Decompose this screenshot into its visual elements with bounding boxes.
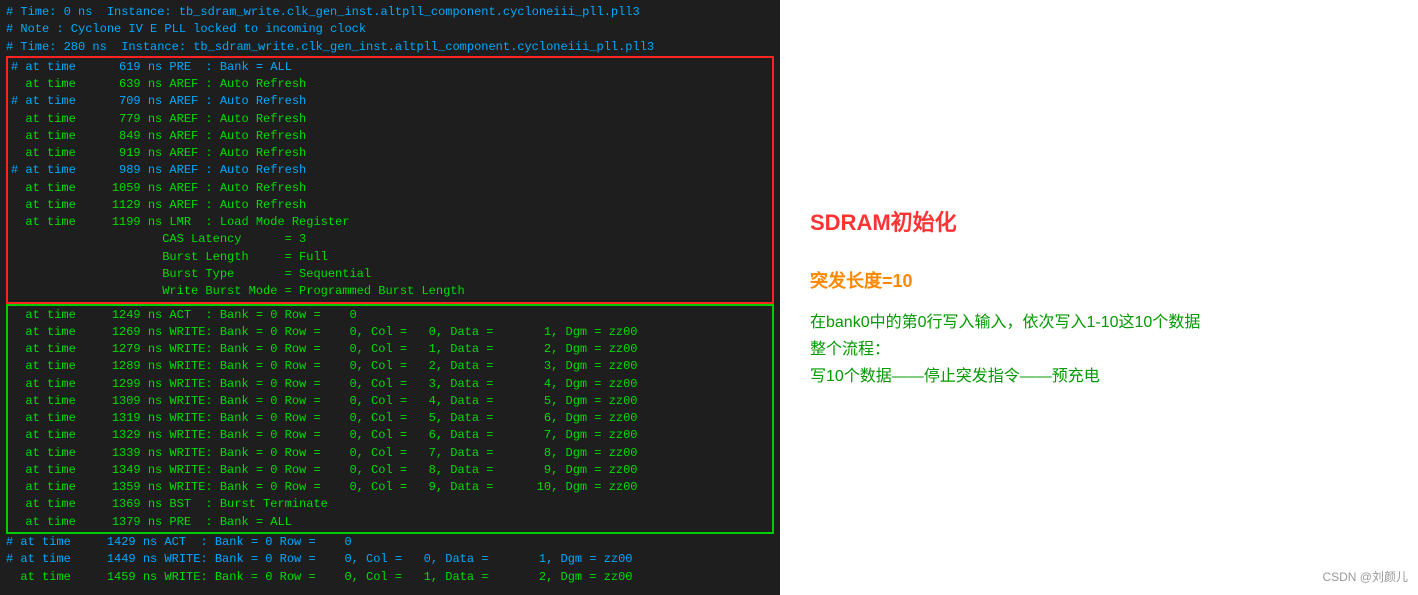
- init-line-7: # at time 989 ns AREF : Auto Refresh: [11, 162, 769, 179]
- desc-line-3: 写10个数据——停止突发指令——预充电: [810, 363, 1200, 390]
- write-line-13: at time 1379 ns PRE : Bank = ALL: [11, 514, 769, 531]
- init-line-6: at time 919 ns AREF : Auto Refresh: [11, 145, 769, 162]
- desc-line-1: 在bank0中的第0行写入输入，依次写入1-10这10个数据: [810, 309, 1200, 336]
- init-line-12: Burst Length = Full: [11, 249, 769, 266]
- init-line-4: at time 779 ns AREF : Auto Refresh: [11, 111, 769, 128]
- write-section: at time 1249 ns ACT : Bank = 0 Row = 0 a…: [6, 304, 774, 534]
- cont-line-3: at time 1459 ns WRITE: Bank = 0 Row = 0,…: [6, 569, 774, 586]
- write-line-6: at time 1309 ns WRITE: Bank = 0 Row = 0,…: [11, 393, 769, 410]
- init-line-8: at time 1059 ns AREF : Auto Refresh: [11, 180, 769, 197]
- header-line-1: # Time: 0 ns Instance: tb_sdram_write.cl…: [6, 4, 774, 21]
- watermark: CSDN @刘颜儿: [1322, 568, 1408, 585]
- header-line-2: # Note : Cyclone IV E PLL locked to inco…: [6, 21, 774, 38]
- header-line-3: # Time: 280 ns Instance: tb_sdram_write.…: [6, 39, 774, 56]
- init-line-10: at time 1199 ns LMR : Load Mode Register: [11, 214, 769, 231]
- write-line-3: at time 1279 ns WRITE: Bank = 0 Row = 0,…: [11, 341, 769, 358]
- init-line-5: at time 849 ns AREF : Auto Refresh: [11, 128, 769, 145]
- write-line-2: at time 1269 ns WRITE: Bank = 0 Row = 0,…: [11, 324, 769, 341]
- write-line-10: at time 1349 ns WRITE: Bank = 0 Row = 0,…: [11, 462, 769, 479]
- init-line-9: at time 1129 ns AREF : Auto Refresh: [11, 197, 769, 214]
- write-line-7: at time 1319 ns WRITE: Bank = 0 Row = 0,…: [11, 410, 769, 427]
- init-line-2: at time 639 ns AREF : Auto Refresh: [11, 76, 769, 93]
- write-line-5: at time 1299 ns WRITE: Bank = 0 Row = 0,…: [11, 376, 769, 393]
- sdram-title: SDRAM初始化: [810, 205, 957, 237]
- log-panel: # Time: 0 ns Instance: tb_sdram_write.cl…: [0, 0, 780, 595]
- init-section: # at time 619 ns PRE : Bank = ALL at tim…: [6, 56, 774, 304]
- write-line-1: at time 1249 ns ACT : Bank = 0 Row = 0: [11, 307, 769, 324]
- desc-line-2: 整个流程：: [810, 336, 1200, 363]
- init-line-13: Burst Type = Sequential: [11, 266, 769, 283]
- write-line-12: at time 1369 ns BST : Burst Terminate: [11, 496, 769, 513]
- right-panel: SDRAM初始化 突发长度=10 在bank0中的第0行写入输入，依次写入1-1…: [780, 0, 1418, 595]
- write-line-4: at time 1289 ns WRITE: Bank = 0 Row = 0,…: [11, 358, 769, 375]
- init-line-1: # at time 619 ns PRE : Bank = ALL: [11, 59, 769, 76]
- cont-line-1: # at time 1429 ns ACT : Bank = 0 Row = 0: [6, 534, 774, 551]
- init-line-14: Write Burst Mode = Programmed Burst Leng…: [11, 283, 769, 300]
- description: 在bank0中的第0行写入输入，依次写入1-10这10个数据 整个流程： 写10…: [810, 309, 1200, 391]
- init-line-3: # at time 709 ns AREF : Auto Refresh: [11, 93, 769, 110]
- write-line-8: at time 1329 ns WRITE: Bank = 0 Row = 0,…: [11, 427, 769, 444]
- init-line-11: CAS Latency = 3: [11, 231, 769, 248]
- write-line-9: at time 1339 ns WRITE: Bank = 0 Row = 0,…: [11, 445, 769, 462]
- burst-label: 突发长度=10: [810, 267, 913, 293]
- cont-line-2: # at time 1449 ns WRITE: Bank = 0 Row = …: [6, 551, 774, 568]
- write-line-11: at time 1359 ns WRITE: Bank = 0 Row = 0,…: [11, 479, 769, 496]
